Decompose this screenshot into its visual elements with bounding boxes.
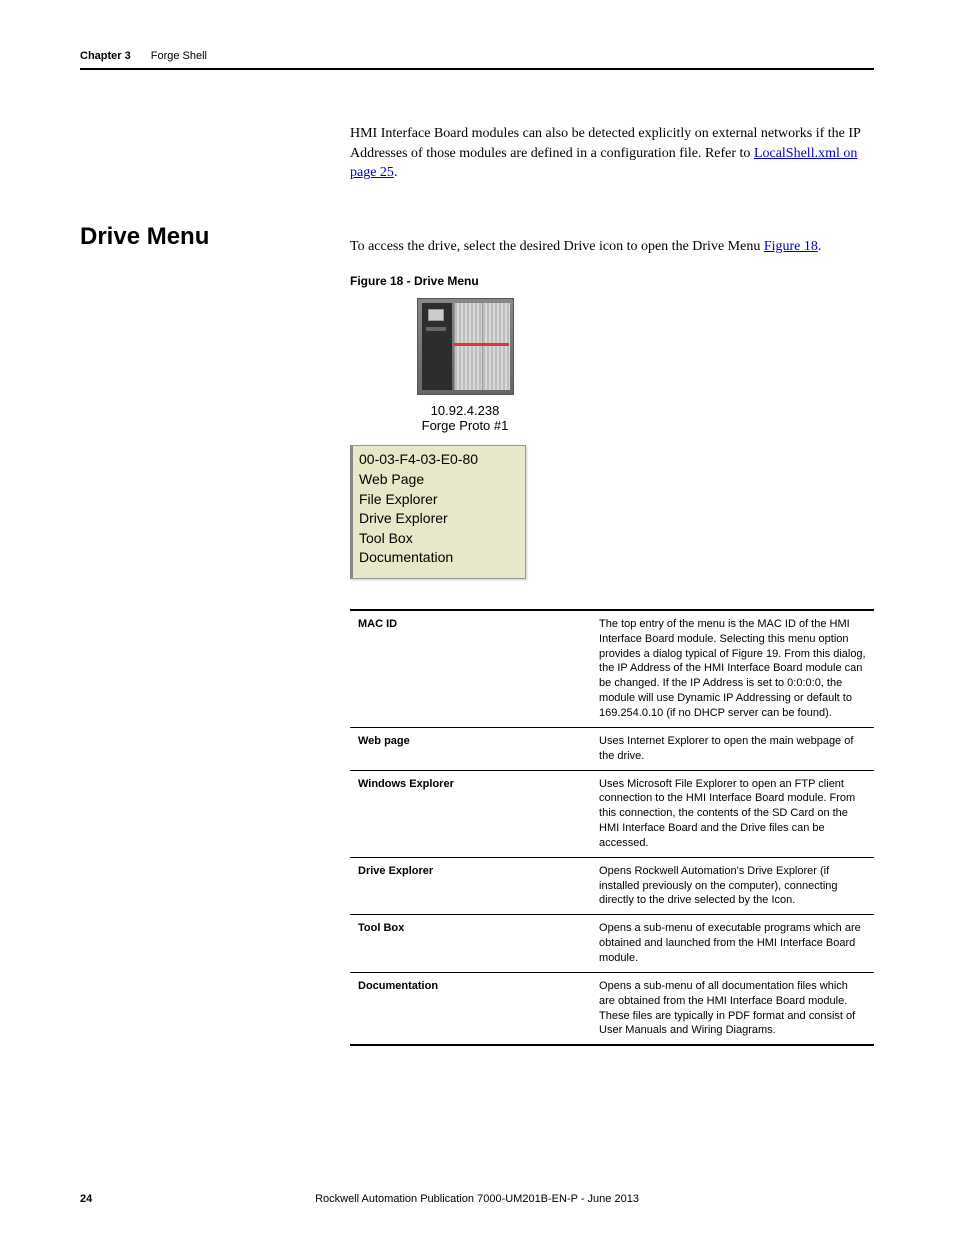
- desc-macid: The top entry of the menu is the MAC ID …: [591, 610, 874, 727]
- page-footer: 24 Rockwell Automation Publication 7000-…: [80, 1193, 874, 1205]
- table-row: Tool Box Opens a sub-menu of executable …: [350, 915, 874, 973]
- intro-paragraph: HMI Interface Board modules can also be …: [350, 124, 874, 183]
- table-row: Windows Explorer Uses Microsoft File Exp…: [350, 770, 874, 857]
- menu-item-file-explorer[interactable]: File Explorer: [359, 490, 519, 510]
- context-menu: 00-03-F4-03-E0-80 Web Page File Explorer…: [350, 445, 526, 579]
- drive-ip: 10.92.4.238: [380, 403, 550, 418]
- section-intro-before: To access the drive, select the desired …: [350, 239, 764, 254]
- desc-documentation: Opens a sub-menu of all documentation fi…: [591, 972, 874, 1045]
- desc-drive-explorer: Opens Rockwell Automation's Drive Explor…: [591, 857, 874, 915]
- term-toolbox: Tool Box: [350, 915, 591, 973]
- section-heading: Drive Menu: [80, 223, 310, 251]
- page-number: 24: [80, 1193, 92, 1205]
- desc-windows-explorer: Uses Microsoft File Explorer to open an …: [591, 770, 874, 857]
- section-intro-after: .: [818, 239, 822, 254]
- term-documentation: Documentation: [350, 972, 591, 1045]
- table-row: Documentation Opens a sub-menu of all do…: [350, 972, 874, 1045]
- menu-item-webpage[interactable]: Web Page: [359, 470, 519, 490]
- desc-toolbox: Opens a sub-menu of executable programs …: [591, 915, 874, 973]
- term-macid: MAC ID: [350, 610, 591, 727]
- header-title: Forge Shell: [151, 50, 207, 62]
- drive-icon[interactable]: 10.92.4.238 Forge Proto #1: [380, 298, 550, 433]
- header-chapter: Chapter 3: [80, 50, 131, 62]
- term-webpage: Web page: [350, 727, 591, 770]
- menu-item-toolbox[interactable]: Tool Box: [359, 529, 519, 549]
- table-row: Web page Uses Internet Explorer to open …: [350, 727, 874, 770]
- term-drive-explorer: Drive Explorer: [350, 857, 591, 915]
- table-row: Drive Explorer Opens Rockwell Automation…: [350, 857, 874, 915]
- page-header: Chapter 3 Forge Shell: [80, 50, 874, 70]
- figure-link[interactable]: Figure 18: [764, 239, 818, 254]
- table-row: MAC ID The top entry of the menu is the …: [350, 610, 874, 727]
- figure-caption: Figure 18 - Drive Menu: [350, 274, 874, 288]
- menu-item-macid[interactable]: 00-03-F4-03-E0-80: [359, 450, 519, 470]
- drive-cabinet-icon: [417, 298, 514, 395]
- publication-line: Rockwell Automation Publication 7000-UM2…: [80, 1193, 874, 1205]
- intro-text-after: .: [394, 165, 398, 180]
- desc-webpage: Uses Internet Explorer to open the main …: [591, 727, 874, 770]
- menu-item-documentation[interactable]: Documentation: [359, 548, 519, 568]
- menu-item-drive-explorer[interactable]: Drive Explorer: [359, 509, 519, 529]
- term-windows-explorer: Windows Explorer: [350, 770, 591, 857]
- drive-name: Forge Proto #1: [380, 418, 550, 433]
- menu-description-table: MAC ID The top entry of the menu is the …: [350, 609, 874, 1046]
- section-intro: To access the drive, select the desired …: [350, 237, 874, 257]
